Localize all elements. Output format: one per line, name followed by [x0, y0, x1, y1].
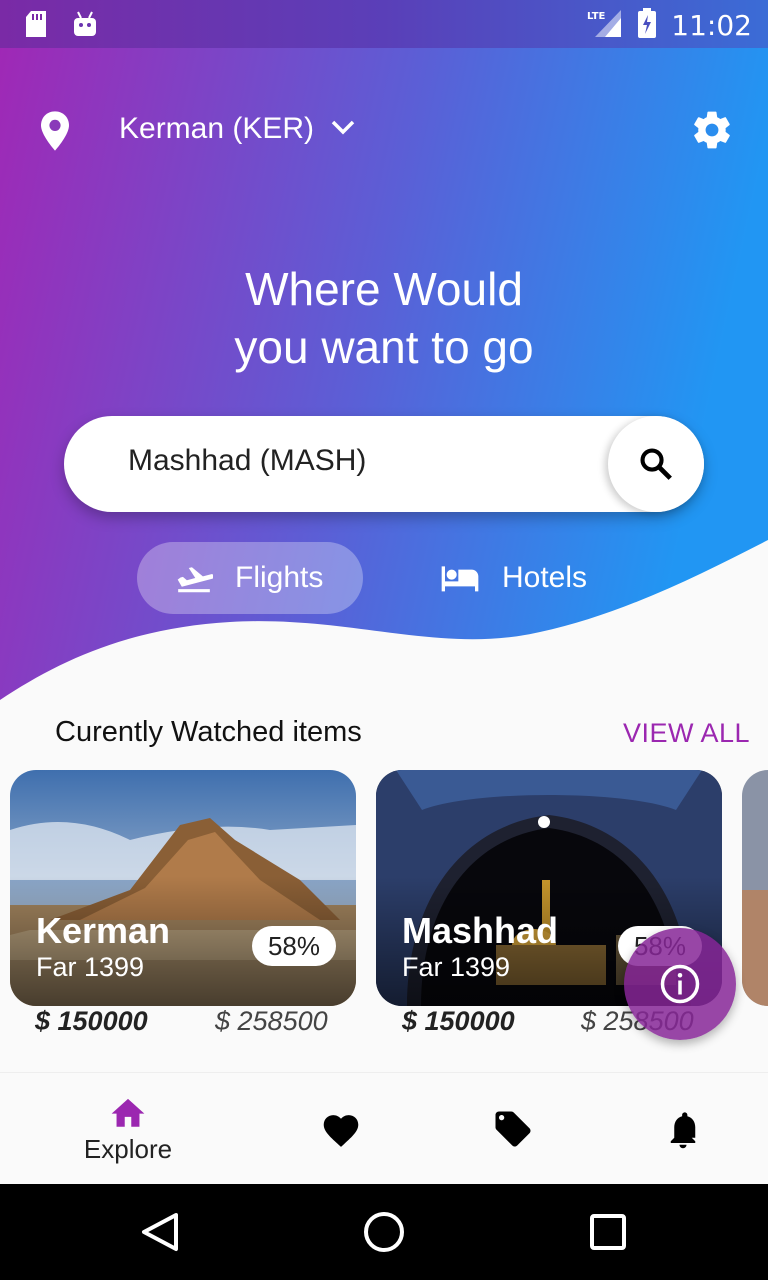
search-field[interactable]: Mashhad (MASH) [64, 416, 704, 512]
watched-card-partial[interactable] [742, 770, 768, 1006]
card-price-old: $ 258500 [215, 1006, 328, 1036]
search-button[interactable] [608, 416, 704, 512]
nav-explore[interactable]: Explore [78, 1073, 178, 1185]
section-title: Curently Watched items [55, 716, 362, 748]
home-circle-icon[interactable] [364, 1212, 404, 1252]
card-date: Far 1399 [36, 952, 145, 982]
nav-offers[interactable] [490, 1073, 536, 1185]
location-pin-icon[interactable] [38, 110, 72, 157]
home-icon [111, 1098, 145, 1127]
bell-icon [670, 1112, 696, 1149]
card-image [742, 770, 768, 1006]
card-price-new: $ 150000 [402, 1006, 515, 1036]
back-icon[interactable] [142, 1213, 178, 1251]
settings-button[interactable] [690, 108, 734, 157]
card-date: Far 1399 [402, 952, 511, 982]
flight-land-icon [177, 567, 213, 593]
tab-flights[interactable]: Flights [137, 542, 363, 614]
tab-flights-label: Flights [235, 561, 324, 594]
headline-line-2: you want to go [234, 321, 534, 373]
status-bar: LTE 11:02 [0, 0, 768, 48]
android-icon [72, 10, 98, 43]
chevron-down-icon[interactable] [330, 118, 356, 143]
tab-hotels[interactable]: Hotels [440, 542, 587, 614]
headline-line-1: Where Would [245, 263, 523, 315]
sd-card-icon [24, 10, 48, 43]
bed-icon [441, 566, 479, 592]
nav-explore-label: Explore [83, 1133, 173, 1164]
watched-card-kerman[interactable]: Kerman Far 1399 58% [10, 770, 356, 1006]
info-icon [660, 964, 700, 1004]
search-icon [640, 448, 672, 480]
bottom-navigation: Explore [0, 1072, 768, 1184]
card-price-new: $ 150000 [35, 1006, 148, 1036]
battery-icon [637, 8, 657, 43]
card-city: Kerman [36, 910, 171, 951]
svg-text:LTE: LTE [587, 11, 606, 22]
system-navigation-bar [0, 1184, 768, 1280]
location-selector[interactable]: Kerman (KER) [119, 112, 314, 146]
signal-icon: LTE [587, 8, 623, 43]
tab-hotels-label: Hotels [502, 561, 588, 594]
recents-icon[interactable] [590, 1214, 626, 1250]
headline: Where Would you want to go [0, 260, 768, 376]
card-city: Mashhad [402, 910, 559, 951]
view-all-link[interactable]: VIEW ALL [623, 718, 750, 749]
nav-notifications[interactable] [660, 1073, 706, 1185]
nav-favorites[interactable] [318, 1073, 364, 1185]
info-fab[interactable] [624, 928, 736, 1040]
discount-badge: 58% [252, 926, 336, 966]
search-input[interactable]: Mashhad (MASH) [128, 444, 366, 478]
tag-icon [495, 1111, 531, 1147]
status-time: 11:02 [671, 9, 752, 42]
gear-icon [694, 111, 730, 149]
heart-icon [323, 1115, 359, 1147]
